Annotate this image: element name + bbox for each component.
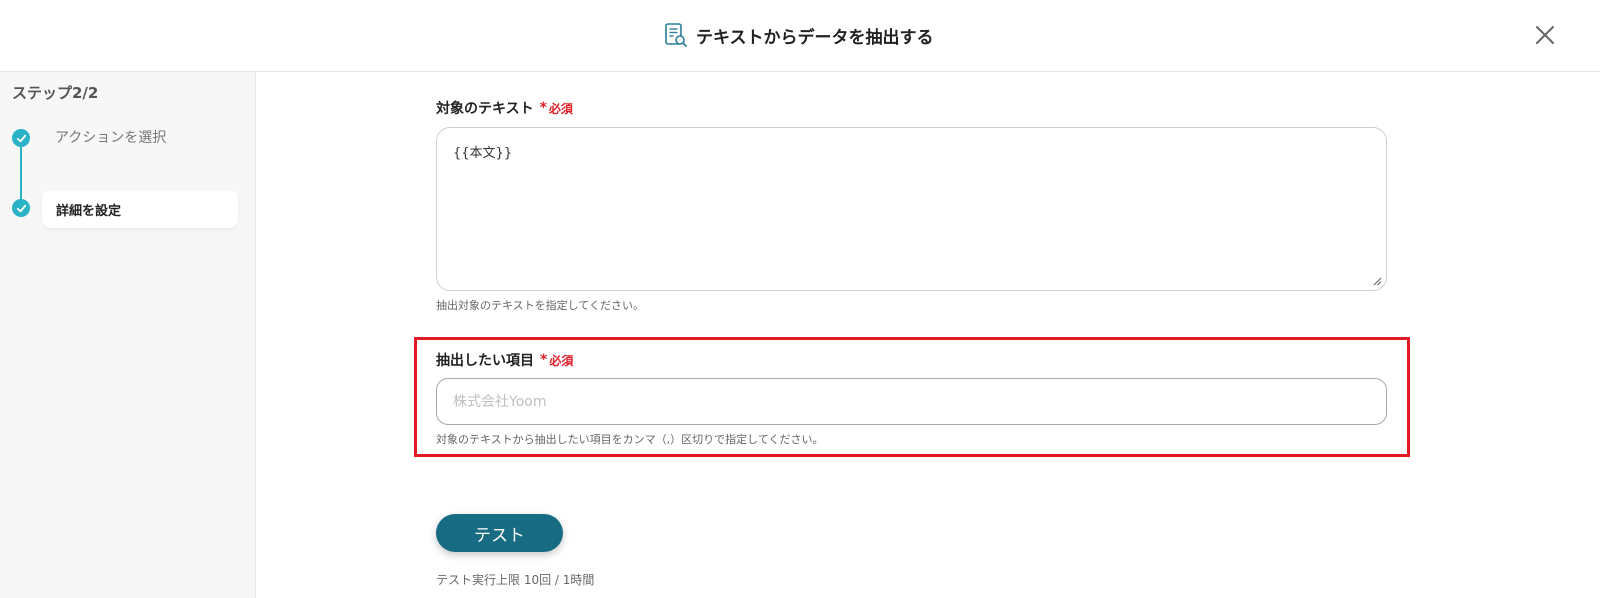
target-text-label: 対象のテキスト * 必須	[436, 98, 573, 118]
required-badge: 必須	[549, 353, 574, 368]
target-text-hint: 抽出対象のテキストを指定してください。	[436, 299, 645, 312]
test-button[interactable]: テスト	[436, 514, 563, 552]
extract-items-input[interactable]	[436, 378, 1387, 425]
required-asterisk: *	[540, 352, 548, 368]
required-asterisk: *	[539, 100, 547, 116]
step-counter: ステップ2/2	[12, 84, 99, 102]
step-select-action[interactable]: アクションを選択	[55, 127, 166, 147]
required-badge: 必須	[548, 101, 573, 116]
step-sidebar: ステップ2/2 アクションを選択 詳細を設定	[0, 72, 256, 598]
header-title-group: テキストからデータを抽出する	[664, 22, 934, 48]
close-icon[interactable]	[1532, 22, 1558, 48]
extract-items-label-text: 抽出したい項目	[436, 353, 534, 369]
extract-items-hint: 対象のテキストから抽出したい項目をカンマ（,）区切りで指定してください。	[436, 433, 824, 446]
step-connector	[20, 140, 22, 204]
step-configure-details-label: 詳細を設定	[56, 203, 122, 219]
extract-items-label: 抽出したい項目 * 必須	[436, 350, 573, 370]
target-text-value: {{本文}}	[453, 146, 513, 161]
step-current-check-icon	[12, 199, 30, 217]
resize-grip-icon[interactable]	[1372, 276, 1382, 286]
modal-title: テキストからデータを抽出する	[696, 27, 934, 48]
target-text-label-text: 対象のテキスト	[436, 101, 534, 117]
modal-header: テキストからデータを抽出する	[0, 0, 1600, 72]
test-limit-text: テスト実行上限 10回 / 1時間	[436, 573, 595, 587]
step-configure-details[interactable]: 詳細を設定	[42, 190, 238, 228]
target-text-textarea[interactable]: {{本文}}	[436, 127, 1387, 291]
step-complete-check-icon	[12, 129, 30, 147]
document-search-icon	[665, 23, 687, 47]
